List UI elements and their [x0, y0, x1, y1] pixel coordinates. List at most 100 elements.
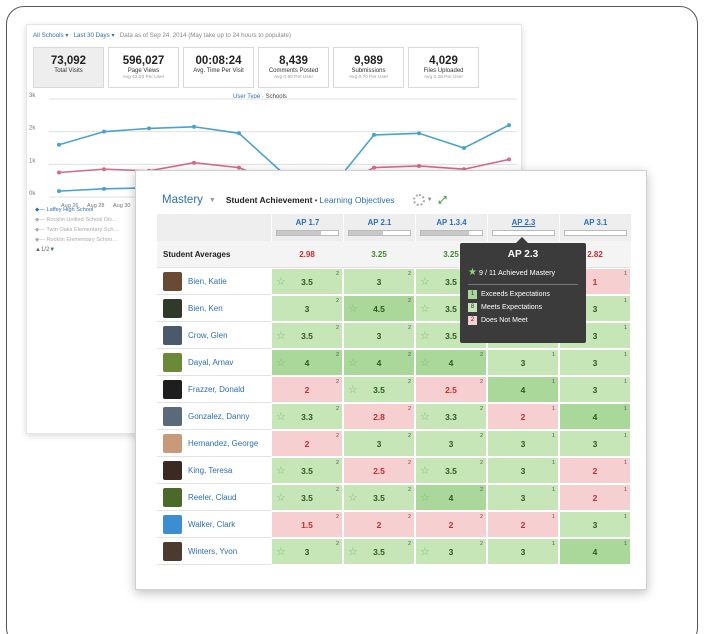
- series-point[interactable]: [57, 170, 61, 175]
- student-name-link[interactable]: King, Teresa: [188, 466, 232, 475]
- mastery-score-cell[interactable]: ☆ 3.5 2: [271, 268, 343, 295]
- legend-item[interactable]: ◆— Twin Oaks Elementary Sch…: [35, 227, 119, 233]
- mastery-score-cell[interactable]: 32: [343, 268, 415, 295]
- series-point[interactable]: [507, 157, 511, 162]
- mastery-score-cell[interactable]: 31: [559, 349, 631, 376]
- series-point[interactable]: [372, 165, 376, 170]
- mastery-score-cell[interactable]: 2.5 2: [343, 457, 415, 484]
- mastery-score-cell[interactable]: 32: [343, 322, 415, 349]
- mastery-score-cell[interactable]: 32: [343, 430, 415, 457]
- mastery-score-cell[interactable]: ☆ 4 2: [343, 349, 415, 376]
- stat-card[interactable]: 9,989 Submissions Avg 0.70 Per User: [333, 47, 404, 88]
- mastery-score-cell[interactable]: 32: [271, 295, 343, 322]
- mastery-score-cell[interactable]: 22: [415, 511, 487, 538]
- mastery-score-cell[interactable]: 31: [487, 457, 559, 484]
- student-name-link[interactable]: Reeler, Claud: [188, 493, 236, 502]
- chevron-down-icon[interactable]: ▼: [209, 197, 216, 204]
- series-point[interactable]: [417, 163, 421, 168]
- mastery-score-cell[interactable]: 41: [559, 403, 631, 430]
- mastery-score-cell[interactable]: 31: [487, 430, 559, 457]
- student-achievement-tab[interactable]: Student Achievement: [226, 195, 313, 205]
- mastery-score-cell[interactable]: 31: [559, 511, 631, 538]
- mastery-score-cell[interactable]: ☆ 3.5 2: [271, 457, 343, 484]
- series-point[interactable]: [102, 167, 106, 172]
- series-point[interactable]: [102, 129, 106, 134]
- objective-header[interactable]: AP 1.7: [271, 214, 343, 241]
- mastery-score-cell[interactable]: 2.8 2: [343, 403, 415, 430]
- stat-card[interactable]: 4,029 Files Uploaded Avg 0.28 Per User: [408, 47, 479, 88]
- mastery-score-cell[interactable]: 32: [415, 430, 487, 457]
- legend-item[interactable]: ◆— Rocklin Elementary Schoo…: [35, 237, 119, 243]
- series-point[interactable]: [102, 186, 106, 191]
- mastery-dropdown[interactable]: Mastery: [162, 194, 203, 206]
- series-point[interactable]: [237, 165, 241, 170]
- learning-objectives-link[interactable]: Learning Objectives: [319, 195, 394, 205]
- mastery-score-cell[interactable]: ☆ 3 2: [415, 538, 487, 565]
- mastery-score-cell[interactable]: ☆ 3.3 2: [271, 403, 343, 430]
- mastery-score-cell[interactable]: ☆ 3.5 2: [343, 538, 415, 565]
- mastery-score-cell[interactable]: ☆ 4 2: [415, 484, 487, 511]
- mastery-score-cell[interactable]: 22: [271, 430, 343, 457]
- series-point[interactable]: [57, 189, 61, 194]
- stat-card[interactable]: 8,439 Comments Posted Avg 0.60 Per User: [258, 47, 329, 88]
- legend-pager[interactable]: ▲1/2▼: [35, 247, 119, 253]
- mastery-score-cell[interactable]: ☆ 3.5 2: [415, 457, 487, 484]
- mastery-score-cell[interactable]: 41: [487, 376, 559, 403]
- mastery-score-cell[interactable]: ☆ 3.5 2: [271, 484, 343, 511]
- mastery-score-cell[interactable]: 31: [559, 430, 631, 457]
- series-point[interactable]: [372, 132, 376, 137]
- mastery-score-cell[interactable]: ☆ 4.5 2: [343, 295, 415, 322]
- schools-filter[interactable]: All Schools ▾: [33, 32, 68, 39]
- mastery-score-cell[interactable]: 41: [559, 538, 631, 565]
- mastery-score-cell[interactable]: ☆ 4 2: [271, 349, 343, 376]
- objective-header[interactable]: AP 2.1: [343, 214, 415, 241]
- objective-label[interactable]: AP 2.3: [488, 218, 559, 227]
- gear-chevron-icon[interactable]: ▼: [427, 197, 433, 203]
- mastery-score-cell[interactable]: 31: [559, 376, 631, 403]
- student-name-link[interactable]: Bien, Katie: [188, 277, 227, 286]
- expand-icon[interactable]: ⤢: [439, 195, 447, 206]
- mastery-score-cell[interactable]: ☆ 3.5 2: [343, 484, 415, 511]
- series-point[interactable]: [57, 142, 61, 147]
- mastery-score-cell[interactable]: 31: [487, 484, 559, 511]
- stat-card[interactable]: 596,027 Page Views Avg 42.03 Per User: [108, 47, 179, 88]
- objective-header[interactable]: AP 1.3.4: [415, 214, 487, 241]
- stat-card[interactable]: 00:08:24 Avg. Time Per Visit: [183, 47, 254, 88]
- student-name-link[interactable]: Walker, Clark: [188, 520, 235, 529]
- objective-label[interactable]: AP 3.1: [560, 218, 631, 227]
- mastery-score-cell[interactable]: ☆ 4 2: [415, 349, 487, 376]
- mastery-score-cell[interactable]: 22: [343, 511, 415, 538]
- mastery-score-cell[interactable]: 1.5 2: [271, 511, 343, 538]
- student-name-link[interactable]: Dayal, Arnav: [188, 358, 233, 367]
- objective-header[interactable]: AP 3.1: [559, 214, 631, 241]
- series-point[interactable]: [507, 123, 511, 128]
- student-name-link[interactable]: Gonzalez, Danny: [188, 412, 249, 421]
- mastery-score-cell[interactable]: 2.5 2: [415, 376, 487, 403]
- series-point[interactable]: [237, 131, 241, 136]
- series-point[interactable]: [147, 126, 151, 131]
- gear-icon[interactable]: [412, 194, 425, 206]
- objective-label[interactable]: AP 1.7: [272, 218, 343, 227]
- student-name-link[interactable]: Bien, Ken: [188, 304, 223, 313]
- range-filter[interactable]: Last 30 Days ▾: [74, 32, 115, 39]
- legend-item[interactable]: ◆— Rocklin Unified School Dis…: [35, 217, 119, 223]
- series-point[interactable]: [417, 131, 421, 136]
- objective-label[interactable]: AP 1.3.4: [416, 218, 487, 227]
- series-point[interactable]: [192, 124, 196, 129]
- mastery-score-cell[interactable]: 31: [487, 349, 559, 376]
- mastery-score-cell[interactable]: 21: [487, 511, 559, 538]
- mastery-score-cell[interactable]: 21: [487, 403, 559, 430]
- student-name-link[interactable]: Crow, Glen: [188, 331, 228, 340]
- series-point[interactable]: [462, 146, 466, 150]
- objective-label[interactable]: AP 2.1: [344, 218, 415, 227]
- student-name-link[interactable]: Winters, Yvon: [188, 547, 237, 556]
- student-name-link[interactable]: Frazzer, Donald: [188, 385, 244, 394]
- student-name-link[interactable]: Hernandez, George: [188, 439, 258, 448]
- mastery-score-cell[interactable]: ☆ 3.3 2: [415, 403, 487, 430]
- mastery-score-cell[interactable]: 21: [559, 457, 631, 484]
- mastery-score-cell[interactable]: ☆ 3 2: [271, 538, 343, 565]
- mastery-score-cell[interactable]: 21: [559, 484, 631, 511]
- legend-item[interactable]: ◆— Laffey High School: [35, 207, 119, 213]
- mastery-score-cell[interactable]: 31: [487, 538, 559, 565]
- pager-down-icon[interactable]: ▼: [49, 247, 55, 253]
